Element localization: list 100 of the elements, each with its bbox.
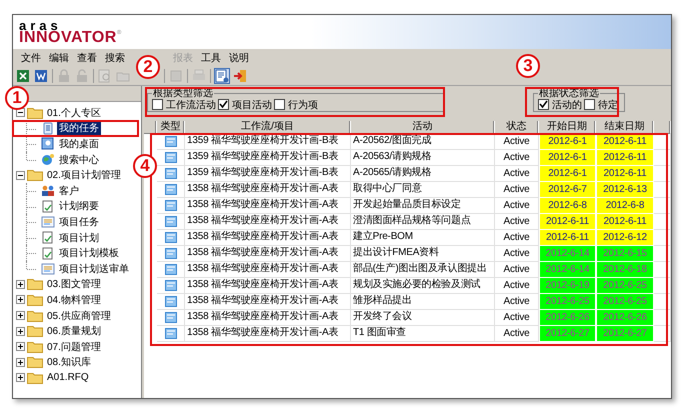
activity-cell: 部品(生产)图出图及承认图提出 [351,261,495,278]
end-date-cell: 2012-6-11 [596,149,654,166]
tree-folder[interactable]: 03.图文管理 [45,276,103,292]
activity-cell: 澄清图面样品规格等问题点 [351,213,495,230]
project-cell: 1358 福华驾驶座座椅开发计画-A表 [185,277,351,294]
expander-icon[interactable] [16,373,25,382]
tree-folder[interactable]: 07.问题管理 [45,338,103,355]
start-date-cell: 2012-6-11 [539,229,596,246]
checkbox[interactable] [538,99,549,110]
tree-item[interactable]: 客户 [57,182,81,199]
row-filler-cell [654,197,671,214]
expander-icon[interactable] [16,295,25,304]
checkbox[interactable] [584,99,595,110]
checkbox[interactable] [274,99,285,110]
expander-icon[interactable] [16,326,25,336]
start-date-cell: 2012-6-19 [539,277,596,294]
activity-cell: 开发终了会议 [351,309,495,326]
row-filler-cell [654,149,671,166]
start-date-cell: 2012-6-25 [539,293,596,310]
end-date-cell: 2012-6-11 [596,213,654,230]
start-date-cell: 2012-6-26 [539,309,596,326]
activity-icon [164,200,176,210]
filter-icon[interactable] [214,68,230,84]
menu-item[interactable]: 文件 [17,50,45,66]
desktop-icon [41,137,55,150]
activity-cell: A-20563/请购规格 [351,149,495,166]
column-header[interactable]: 活动 [351,121,495,134]
tree-folder[interactable]: 01.个人专区 [45,104,103,121]
project-cell: 1359 福华驾驶座座椅开发计画-B表 [185,149,351,166]
checkbox[interactable] [152,99,163,110]
row-filler-cell [654,213,671,230]
tree-item[interactable]: 我的桌面 [57,136,101,152]
activity-icon [164,296,176,306]
start-date-cell: 2012-6-14 [539,245,596,262]
project-cell: 1358 福华驾驶座座椅开发计画-A表 [185,309,351,326]
word-icon[interactable] [33,68,49,84]
tree-item[interactable]: 搜索中心 [57,152,101,168]
expander-icon[interactable] [16,342,25,352]
column-header[interactable]: 类型 [157,121,185,134]
activity-cell: 雏形样品提出 [351,293,495,310]
row-filler-cell [654,133,671,150]
checkbox-label: 行为项 [288,98,318,112]
column-header[interactable]: 工作流/项目 [185,121,351,134]
tree-folder[interactable]: 04.物料管理 [45,292,103,308]
expander-icon[interactable] [16,358,25,367]
project-cell: 1358 福华驾驶座座椅开发计画-A表 [185,293,351,310]
column-header[interactable]: 状态 [495,121,539,134]
checkbox[interactable] [218,99,229,110]
folder-icon [27,340,43,353]
tree-item[interactable]: 计划纲要 [57,198,101,214]
tree-folder[interactable]: 02.项目计划管理 [45,167,123,184]
menu-item[interactable]: 编辑 [45,50,73,66]
row-filler-cell [654,277,671,294]
folder-icon [27,372,43,384]
project-cell: 1358 福华驾驶座座椅开发计画-A表 [185,325,351,342]
start-date-cell: 2012-6-14 [539,261,596,278]
tree-item[interactable]: 项目任务 [57,214,101,230]
start-date-cell: 2012-6-11 [539,213,596,230]
row-filler-cell [654,245,671,262]
globe-icon [41,153,55,166]
column-header[interactable]: 开始日期 [539,121,596,134]
folder-icon [27,294,43,306]
activity-icon [164,184,176,194]
tree-item[interactable]: 项目计划模板 [57,245,121,262]
callout-number: 1 [5,86,29,110]
project-cell: 1358 福华驾驶座座椅开发计画-A表 [185,197,351,214]
folder-icon [27,356,43,368]
logo-title: INNOVATOR [19,30,117,46]
project-cell: 1358 福华驾驶座座椅开发计画-A表 [185,245,351,262]
expander-icon[interactable] [16,170,25,180]
column-header[interactable]: 结束日期 [596,121,654,134]
folder-icon [27,310,43,322]
form-icon [41,215,55,228]
row-filler-cell [654,325,671,342]
activity-icon [164,152,176,162]
project-cell: 1358 福华驾驶座座椅开发计画-A表 [185,213,351,230]
exit-icon[interactable] [232,68,248,84]
task-icon [41,122,55,135]
menu-item[interactable]: 搜索 [101,50,129,66]
tree-folder[interactable]: 08.知识库 [45,354,93,370]
tree-item[interactable]: 项目计划 [57,230,101,246]
expander-icon[interactable] [16,311,25,320]
excel-icon[interactable] [15,68,31,84]
activity-cell: 取得中心厂同意 [351,181,495,198]
menu-item[interactable]: 工具 [197,50,225,66]
menu-item[interactable]: 查看 [73,50,101,66]
activity-icon [164,328,176,338]
expander-icon[interactable] [16,280,25,289]
end-date-cell: 2012-6-18 [596,261,654,278]
end-date-cell: 2012-6-26 [596,309,654,326]
start-date-cell: 2012-6-1 [539,149,596,166]
activity-icon [164,168,176,178]
menu-item[interactable]: 说明 [225,50,253,66]
tree-folder[interactable]: 05.供应商管理 [45,308,113,324]
activity-icon [164,312,176,322]
activity-cell: A-20565/请购规格 [351,165,495,182]
tree-folder[interactable]: A01.RFQ [45,371,91,384]
tree-folder[interactable]: 06.质量规划 [45,323,103,340]
expander-icon[interactable] [16,108,25,118]
tree-item[interactable]: 项目计划送审单 [57,260,131,277]
